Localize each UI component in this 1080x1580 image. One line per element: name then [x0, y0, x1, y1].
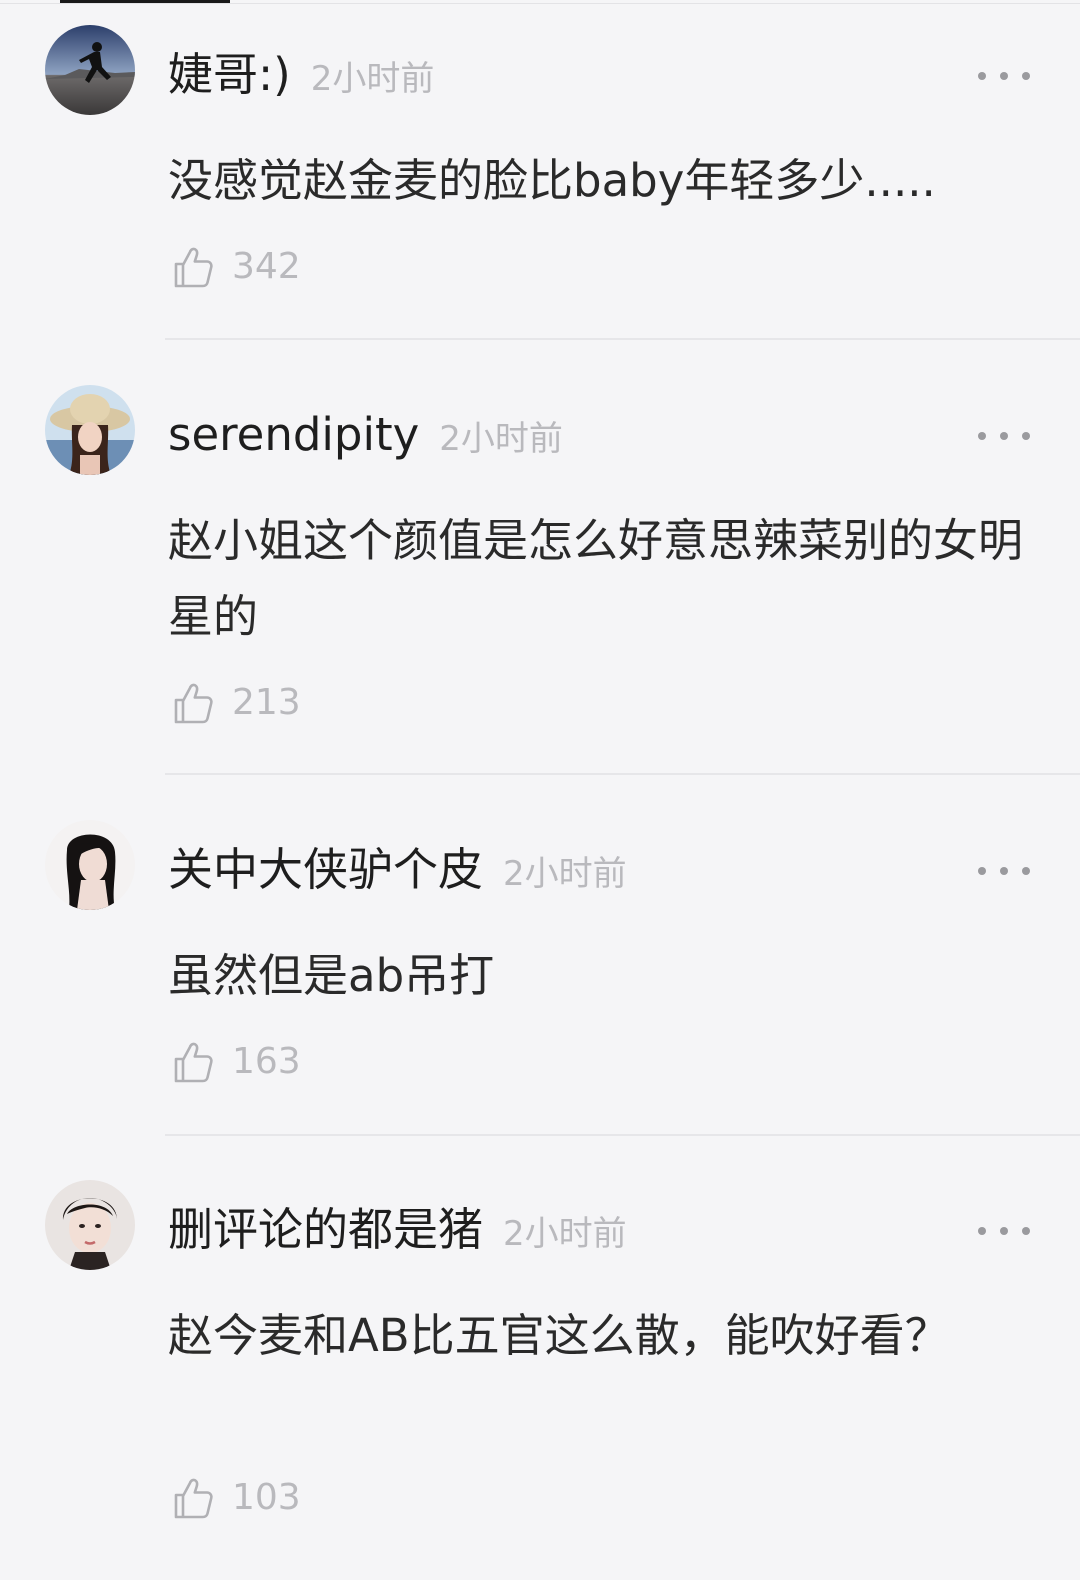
divider [165, 338, 1080, 340]
comment-header: 关中大侠驴个皮 2小时前 [168, 842, 627, 902]
username[interactable]: 关中大侠驴个皮 [168, 842, 483, 898]
username[interactable]: serendipity [168, 407, 419, 463]
like-button[interactable]: 213 [170, 679, 301, 727]
comment-header: 删评论的都是猪 2小时前 [168, 1202, 627, 1262]
like-button[interactable]: 163 [170, 1038, 301, 1086]
runner-silhouette-avatar[interactable] [45, 25, 135, 115]
woman-sunhat-avatar[interactable] [45, 385, 135, 475]
more-dots-icon[interactable] [978, 1216, 1030, 1246]
more-dots-icon[interactable] [978, 421, 1030, 451]
thumbs-up-icon [174, 1042, 213, 1083]
more-dots-icon[interactable] [978, 856, 1030, 886]
like-count: 163 [232, 1041, 301, 1082]
more-dots-icon[interactable] [978, 61, 1030, 91]
top-border [0, 3, 1080, 4]
thumbs-up-icon [174, 1478, 213, 1519]
timestamp: 2小时前 [503, 1214, 627, 1254]
like-count: 213 [232, 682, 301, 723]
like-button[interactable]: 342 [170, 243, 301, 291]
timestamp: 2小时前 [310, 59, 435, 99]
like-count: 342 [232, 246, 301, 287]
woman-dark-hair-avatar[interactable] [45, 820, 135, 910]
username[interactable]: 婕哥:) [168, 47, 291, 103]
comment-item: 删评论的都是猪 2小时前 赵今麦和AB比五官这么散，能吹好看？ 103 [0, 1180, 1080, 1570]
comment-text: 赵小姐这个颜值是怎么好意思辣菜别的女明星的 [168, 514, 1024, 643]
thumbs-up-icon [174, 683, 213, 724]
comment-text: 虽然但是ab吊打 [168, 949, 495, 1002]
username[interactable]: 删评论的都是猪 [168, 1202, 483, 1258]
comment-item: 关中大侠驴个皮 2小时前 虽然但是ab吊打 163 [0, 820, 1080, 1150]
timestamp: 2小时前 [439, 419, 563, 459]
woman-portrait-avatar[interactable] [45, 1180, 135, 1270]
comment-item: 婕哥:) 2小时前 没感觉赵金麦的脸比baby年轻多少..... 342 [0, 25, 1080, 355]
divider [165, 773, 1080, 775]
comment-item: serendipity 2小时前 赵小姐这个颜值是怎么好意思辣菜别的女明星的 2… [0, 385, 1080, 775]
timestamp: 2小时前 [503, 854, 627, 894]
like-button[interactable]: 103 [170, 1474, 301, 1522]
divider [165, 1134, 1080, 1136]
like-count: 103 [232, 1477, 301, 1518]
comment-text: 没感觉赵金麦的脸比baby年轻多少..... [168, 154, 936, 207]
comment-text: 赵今麦和AB比五官这么散，能吹好看？ [168, 1309, 950, 1362]
comment-header: 婕哥:) 2小时前 [168, 47, 434, 107]
comment-header: serendipity 2小时前 [168, 407, 563, 467]
thumbs-up-icon [174, 247, 213, 288]
